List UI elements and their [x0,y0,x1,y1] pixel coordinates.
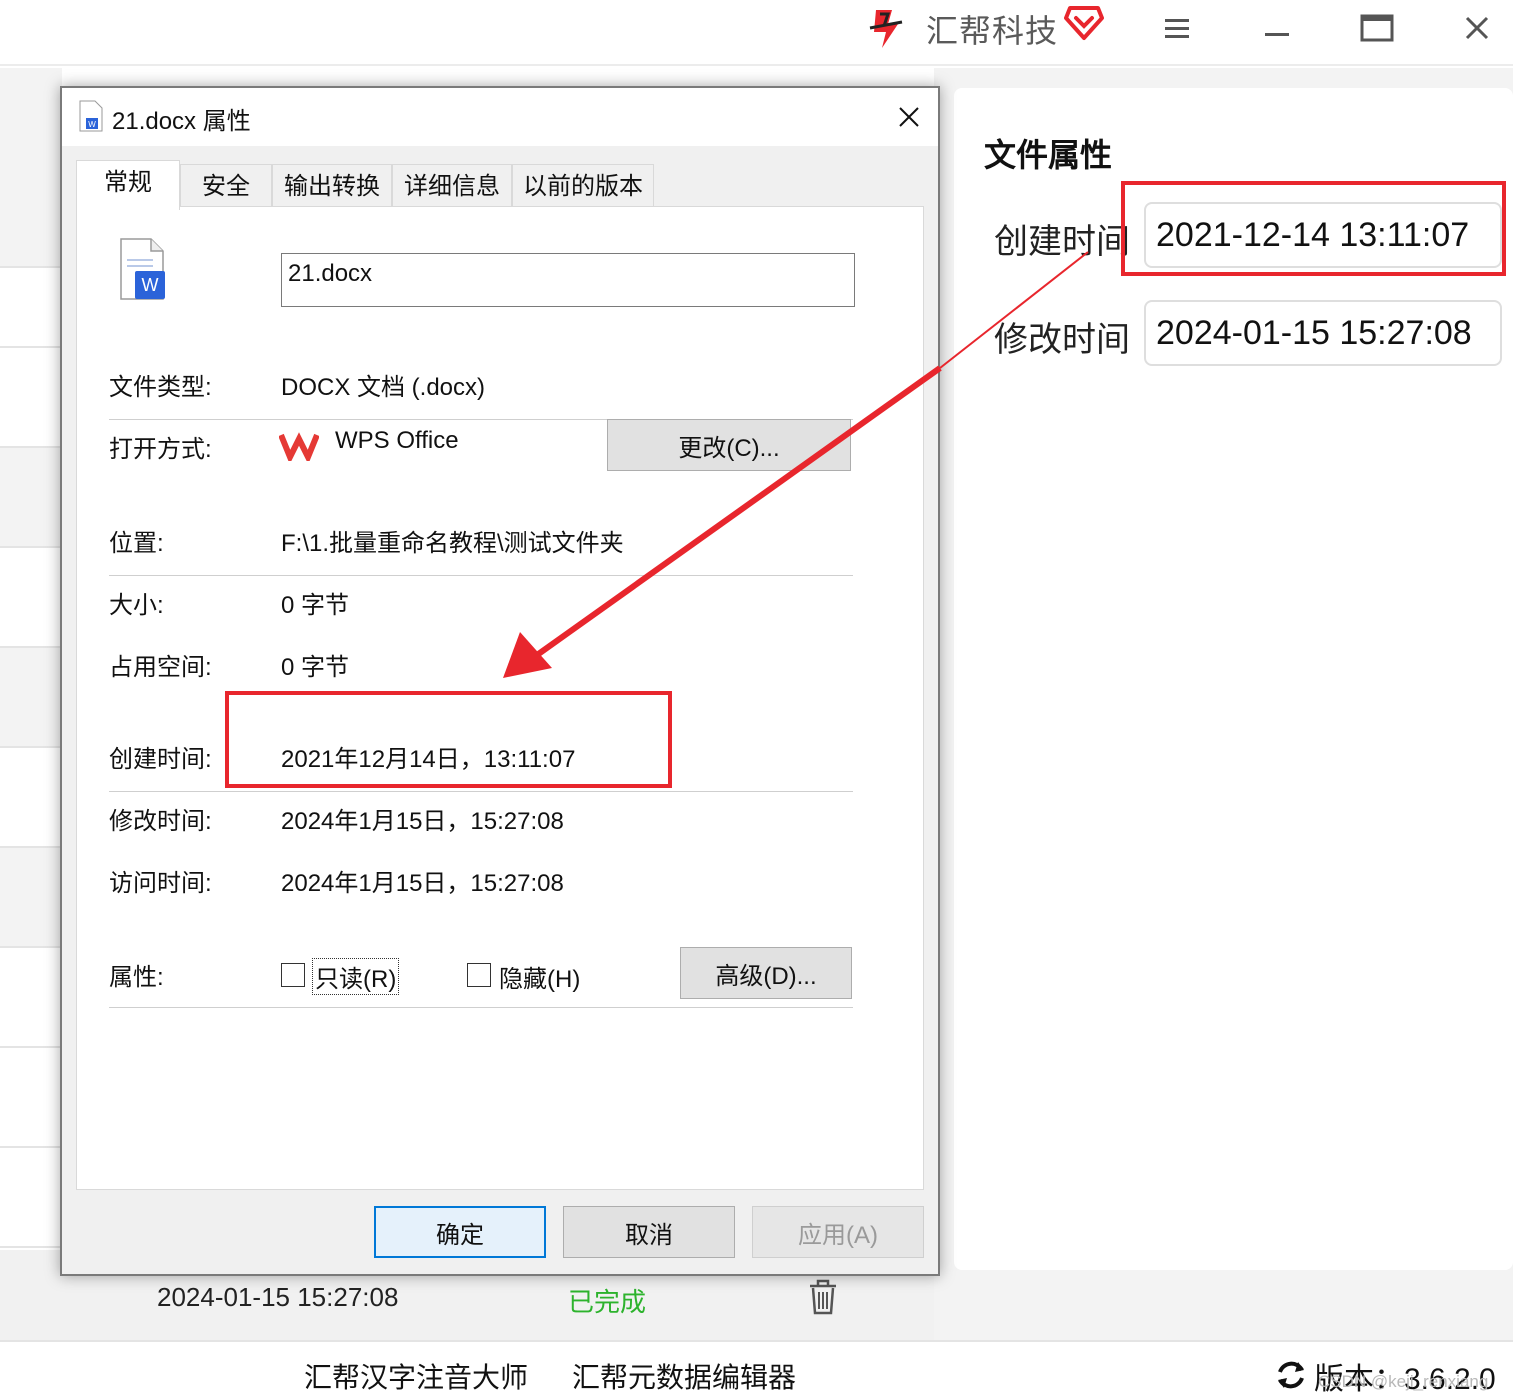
trash-icon[interactable] [806,1278,840,1316]
modified-value: 2024年1月15日，15:27:08 [281,808,564,835]
app-titlebar: 汇帮科技 [0,0,1513,66]
vip-diamond-icon[interactable] [1064,4,1104,42]
word-file-icon: W [79,100,103,132]
watermark: CSDN @keji_renxiang [1318,1372,1489,1391]
dialog-close-icon[interactable] [892,100,926,134]
cancel-button[interactable]: 取消 [563,1206,735,1258]
accessed-label: 访问时间: [109,870,212,897]
modified-label: 修改时间: [109,808,212,835]
minimize-icon[interactable] [1257,8,1297,48]
list-row-bg [0,648,62,746]
hidden-label[interactable]: 隐藏(H) [499,959,580,994]
word-document-icon: W [120,238,165,300]
row-date: 2024-01-15 15:27:08 [157,1282,399,1312]
panel-title: 文件属性 [984,137,1113,173]
dialog-titlebar: W 21.docx 属性 [62,88,938,146]
modified-time-label: 修改时间 [994,321,1130,359]
readonly-checkbox[interactable] [281,963,305,987]
list-row-bg [0,68,62,266]
brand-name: 汇帮科技 [926,13,1059,49]
refresh-icon[interactable] [1274,1358,1308,1392]
file-type-value: DOCX 文档 (.docx) [281,374,486,401]
tab-output-convert[interactable]: 输出转换 [272,164,392,208]
disk-size-value: 0 字节 [281,654,350,681]
maximize-icon[interactable] [1357,8,1397,48]
filename-input[interactable]: 21.docx [281,253,855,307]
location-label: 位置: [109,530,164,557]
footer-link-pinyin[interactable]: 汇帮汉字注音大师 [304,1356,528,1396]
accessed-value: 2024年1月15日，15:27:08 [281,870,564,897]
size-value: 0 字节 [281,592,350,619]
menu-icon[interactable] [1157,8,1197,48]
list-row-bg [0,848,62,946]
properties-dialog: W 21.docx 属性 常规 安全 输出转换 详细信息 以前的版本 W 21.… [60,86,940,1276]
tab-general[interactable]: 常规 [76,160,180,210]
created-time-label: 创建时间 [994,223,1130,261]
list-row-bg [0,448,62,546]
modified-time-field[interactable]: 2024-01-15 15:27:08 [1144,300,1502,366]
apply-button[interactable]: 应用(A) [752,1206,924,1258]
svg-text:W: W [88,120,96,129]
tab-security[interactable]: 安全 [180,164,272,208]
open-with-label: 打开方式: [109,436,212,463]
divider [109,1007,853,1008]
hidden-checkbox[interactable] [467,963,491,987]
footer: 汇帮汉字注音大师 汇帮元数据编辑器 版本：3.6.2.0 CSDN @keji_… [0,1340,1513,1399]
size-label: 大小: [109,592,164,619]
location-value: F:\1.批量重命名教程\测试文件夹 [281,530,624,557]
footer-link-metadata[interactable]: 汇帮元数据编辑器 [572,1356,796,1396]
readonly-label[interactable]: 只读(R) [311,958,400,995]
ok-button[interactable]: 确定 [374,1206,546,1258]
annotation-box-dialog [225,691,672,788]
file-type-label: 文件类型: [109,374,212,401]
change-button[interactable]: 更改(C)... [607,419,851,471]
wps-office-icon [279,432,319,461]
divider [109,791,853,792]
tab-previous-versions[interactable]: 以前的版本 [512,164,654,208]
attributes-label: 属性: [109,964,164,991]
tab-details[interactable]: 详细信息 [392,164,512,208]
divider [109,575,853,576]
brand-logo-icon [869,10,903,48]
annotation-box-right [1121,181,1506,276]
svg-text:W: W [142,275,159,295]
close-icon[interactable] [1457,8,1497,48]
disk-size-label: 占用空间: [109,654,212,681]
dialog-title: 21.docx 属性 [112,108,251,135]
created-label: 创建时间: [109,746,212,773]
row-status: 已完成 [568,1287,647,1317]
open-with-app: WPS Office [335,427,459,454]
advanced-button[interactable]: 高级(D)... [680,947,852,999]
